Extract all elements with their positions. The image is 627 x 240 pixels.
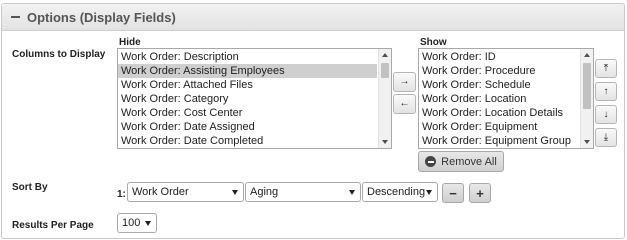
remove-sort-button[interactable]: − xyxy=(442,183,464,203)
list-item[interactable]: Work Order: ID xyxy=(419,50,579,64)
chevron-down-icon xyxy=(145,221,151,226)
minus-circle-icon xyxy=(425,156,437,167)
list-item[interactable]: Work Order: Category xyxy=(118,92,377,106)
move-top-button[interactable]: ⤒ xyxy=(595,59,617,78)
list-item[interactable]: Work Order: Cost Center xyxy=(118,106,377,120)
collapse-icon[interactable] xyxy=(11,16,20,18)
hide-columns-list[interactable]: Work Order: Description Work Order: Assis… xyxy=(117,48,392,149)
sort-field-value: Work Order xyxy=(132,186,189,198)
remove-all-button[interactable]: Remove All xyxy=(418,151,504,172)
arrow-up-icon: ↑ xyxy=(603,85,609,97)
hide-list-scrollbar[interactable] xyxy=(378,49,391,148)
move-up-button[interactable]: ↑ xyxy=(595,82,617,101)
move-right-button[interactable]: → xyxy=(393,72,416,92)
results-per-page-value: 100 xyxy=(122,217,141,229)
move-bottom-button[interactable]: ⤓ xyxy=(595,128,617,147)
arrow-right-icon: → xyxy=(399,76,410,87)
list-item[interactable]: Work Order: Equipment xyxy=(419,120,579,134)
sort-direction-select[interactable]: Descending xyxy=(362,182,438,202)
list-item[interactable]: Work Order: Assisting Employees xyxy=(118,64,377,78)
results-per-page-select[interactable]: 100 xyxy=(117,213,157,233)
scroll-thumb[interactable] xyxy=(583,63,591,109)
chevron-down-icon xyxy=(426,190,432,195)
list-item[interactable]: Work Order: Procedure xyxy=(419,64,579,78)
arrow-left-icon: ← xyxy=(399,98,410,109)
options-panel: Options (Display Fields) Columns to Disp… xyxy=(1,3,625,239)
list-item[interactable]: Work Order: Location Details xyxy=(419,106,579,120)
add-sort-button[interactable]: + xyxy=(469,183,491,203)
list-item[interactable]: Work Order: Schedule xyxy=(419,78,579,92)
sort-subfield-value: Aging xyxy=(250,186,279,198)
list-item[interactable]: Work Order: Description xyxy=(118,50,377,64)
scroll-up-icon[interactable] xyxy=(382,53,388,57)
remove-all-label: Remove All xyxy=(441,155,497,168)
chevron-down-icon xyxy=(349,190,355,195)
move-bottom-icon: ⤓ xyxy=(603,131,609,143)
move-top-icon: ⤒ xyxy=(603,62,609,74)
arrow-down-icon: ↓ xyxy=(603,108,609,120)
list-item[interactable]: Work Order: Equipment Group xyxy=(419,134,579,148)
sort-by-label: Sort By xyxy=(12,182,48,193)
sort-field-select[interactable]: Work Order xyxy=(127,182,244,202)
show-list-label: Show xyxy=(420,37,447,48)
sort-direction-value: Descending xyxy=(367,186,426,198)
scroll-down-icon[interactable] xyxy=(584,140,590,144)
scroll-up-icon[interactable] xyxy=(584,53,590,57)
sort-subfield-select[interactable]: Aging xyxy=(245,182,361,202)
move-down-button[interactable]: ↓ xyxy=(595,105,617,124)
scroll-thumb[interactable] xyxy=(381,63,389,78)
panel-title: Options (Display Fields) xyxy=(27,9,176,25)
panel-header[interactable]: Options (Display Fields) xyxy=(2,4,624,31)
show-list-scrollbar[interactable] xyxy=(580,49,593,148)
list-item[interactable]: Work Order: Date Completed xyxy=(118,134,377,148)
list-item[interactable]: Work Order: Location xyxy=(419,92,579,106)
results-per-page-label: Results Per Page xyxy=(12,220,94,231)
minus-icon: − xyxy=(449,185,457,201)
hide-list-label: Hide xyxy=(119,37,141,48)
sort-rank: 1: xyxy=(117,189,126,200)
show-columns-list[interactable]: Work Order: ID Work Order: Procedure Work … xyxy=(418,48,594,149)
move-left-button[interactable]: ← xyxy=(393,94,416,114)
scroll-down-icon[interactable] xyxy=(382,140,388,144)
chevron-down-icon xyxy=(232,190,238,195)
list-item[interactable]: Work Order: Date Assigned xyxy=(118,120,377,134)
columns-to-display-label: Columns to Display xyxy=(12,49,106,60)
plus-icon: + xyxy=(476,185,484,201)
list-item[interactable]: Work Order: Attached Files xyxy=(118,78,377,92)
